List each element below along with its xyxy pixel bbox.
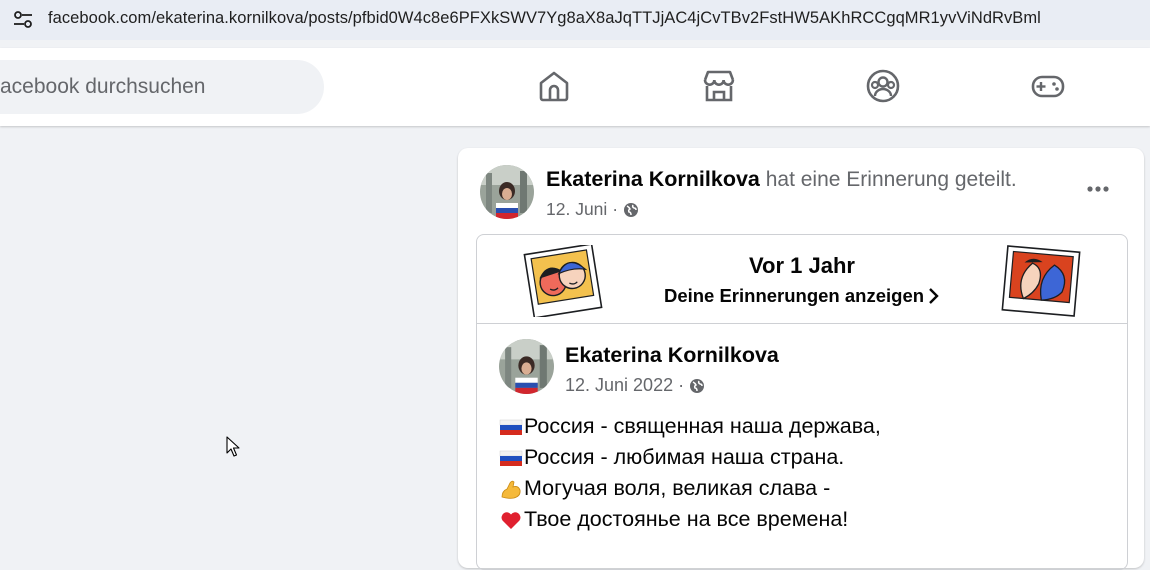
url-field[interactable]: facebook.com/ekaterina.kornilkova/posts/… xyxy=(0,0,1150,40)
globe-icon[interactable] xyxy=(689,378,705,394)
search-placeholder[interactable]: acebook durchsuchen xyxy=(0,75,205,99)
gaming-icon[interactable] xyxy=(1030,68,1066,104)
post-card: Ekaterina Kornilkova hat eine Erinnerung… xyxy=(458,148,1144,570)
home-icon[interactable] xyxy=(536,68,572,104)
marketplace-icon[interactable] xyxy=(701,68,737,104)
memory-illustration-right xyxy=(1001,245,1081,317)
tune-icon[interactable] xyxy=(12,9,34,31)
russia-flag-icon xyxy=(499,419,523,435)
post-line: Россия - священная наша держава, xyxy=(499,411,881,442)
post-line-text: Твое достоянье на все времена! xyxy=(524,507,849,531)
post-line-text: Россия - любимая наша страна. xyxy=(524,445,845,469)
post-date-link[interactable]: 12. Juni xyxy=(546,199,607,220)
post-line-text: Могучая воля, великая слава - xyxy=(524,476,831,500)
post-text: Россия - священная наша держава, Россия … xyxy=(499,411,881,535)
russia-flag-icon xyxy=(499,450,523,466)
chevron-right-icon xyxy=(929,288,939,304)
post-line: Могучая воля, великая слава - xyxy=(499,473,881,504)
groups-icon[interactable] xyxy=(865,68,901,104)
more-horizontal-icon[interactable] xyxy=(1085,178,1111,200)
url-text[interactable]: facebook.com/ekaterina.kornilkova/posts/… xyxy=(48,9,1041,28)
facebook-header: acebook durchsuchen xyxy=(0,48,1150,126)
meta-separator: · xyxy=(612,199,619,219)
post-action-text: hat eine Erinnerung geteilt. xyxy=(759,168,1017,191)
post-line-text: Россия - священная наша держава, xyxy=(524,414,881,438)
inner-author-avatar[interactable] xyxy=(499,339,554,394)
memory-header[interactable]: Vor 1 Jahr Deine Erinnerungen anzeigen xyxy=(477,235,1127,324)
mouse-cursor-icon xyxy=(226,436,240,457)
inner-author-name[interactable]: Ekaterina Kornilkova xyxy=(565,343,779,368)
post-header-line: Ekaterina Kornilkova hat eine Erinnerung… xyxy=(546,167,1017,192)
browser-address-bar: facebook.com/ekaterina.kornilkova/posts/… xyxy=(0,0,1150,40)
flexed-biceps-icon xyxy=(501,480,521,499)
author-name-link[interactable]: Ekaterina Kornilkova xyxy=(546,167,760,191)
search-input[interactable]: acebook durchsuchen xyxy=(0,60,324,114)
post-meta: 12. Juni · xyxy=(546,199,639,220)
globe-icon[interactable] xyxy=(623,202,639,218)
post-line: Твое достоянье на все времена! xyxy=(499,504,881,535)
author-avatar[interactable] xyxy=(480,165,534,219)
post-line: Россия - любимая наша страна. xyxy=(499,442,881,473)
inner-post-date[interactable]: 12. Juni 2022 xyxy=(565,375,673,396)
inner-meta-separator: · xyxy=(678,375,685,395)
see-memories-label[interactable]: Deine Erinnerungen anzeigen xyxy=(664,285,924,306)
red-heart-icon xyxy=(501,511,521,529)
inner-post-meta: 12. Juni 2022 · xyxy=(565,375,705,396)
memory-container: Vor 1 Jahr Deine Erinnerungen anzeigen E… xyxy=(476,234,1128,570)
